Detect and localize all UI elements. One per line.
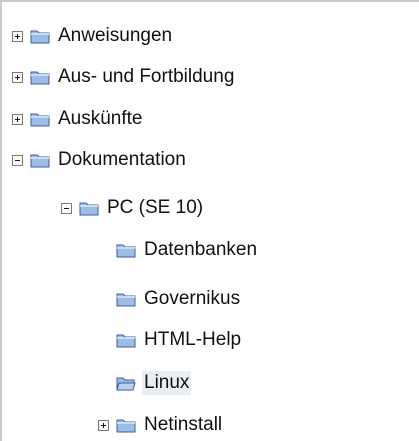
tree-item-label[interactable]: Datenbanken [142,238,259,262]
tree-item-label[interactable]: Dokumentation [56,148,188,172]
tree-item-datenbanken[interactable]: Datenbanken [116,235,259,265]
tree-item-dokumentation[interactable]: Dokumentation [12,145,188,175]
expand-plus-icon[interactable] [12,113,23,125]
tree-item-pc-se-10[interactable]: PC (SE 10) [61,193,205,223]
tree-item-label[interactable]: Auskünfte [56,107,145,131]
collapse-minus-icon[interactable] [61,202,72,214]
tree-item-label[interactable]: Linux [142,371,192,395]
tree-item-netinstall[interactable]: Netinstall [98,410,224,440]
folder-closed-icon [116,293,136,307]
folder-closed-icon [116,334,136,348]
folder-closed-icon [79,202,99,216]
tree-item-label[interactable]: Netinstall [142,413,224,437]
folder-closed-icon [116,244,136,258]
tree-item-aus-und-fortbildung[interactable]: Aus- und Fortbildung [12,62,236,92]
expand-plus-icon[interactable] [12,71,23,83]
tree-item-html-help[interactable]: HTML-Help [116,325,243,355]
folder-closed-icon [116,419,136,433]
folder-closed-icon [30,154,50,168]
tree-item-label[interactable]: Aus- und Fortbildung [56,65,236,89]
tree-item-linux[interactable]: Linux [116,368,192,398]
collapse-minus-icon[interactable] [12,154,23,166]
folder-closed-icon [30,30,50,44]
tree-item-anweisungen[interactable]: Anweisungen [12,21,174,51]
tree-item-label[interactable]: PC (SE 10) [105,196,205,220]
tree-item-label[interactable]: Governikus [142,287,242,311]
folder-closed-icon [30,71,50,85]
tree-item-label[interactable]: HTML-Help [142,328,243,352]
folder-closed-icon [30,113,50,127]
folder-open-icon [116,377,136,391]
expand-plus-icon[interactable] [12,30,23,42]
tree-item-label[interactable]: Anweisungen [56,24,174,48]
expand-plus-icon[interactable] [98,419,109,431]
folder-tree: Anweisungen Aus- und Fortbildung Auskünf… [0,0,419,441]
tree-item-auskuenfte[interactable]: Auskünfte [12,104,145,134]
tree-item-governikus[interactable]: Governikus [116,284,242,314]
